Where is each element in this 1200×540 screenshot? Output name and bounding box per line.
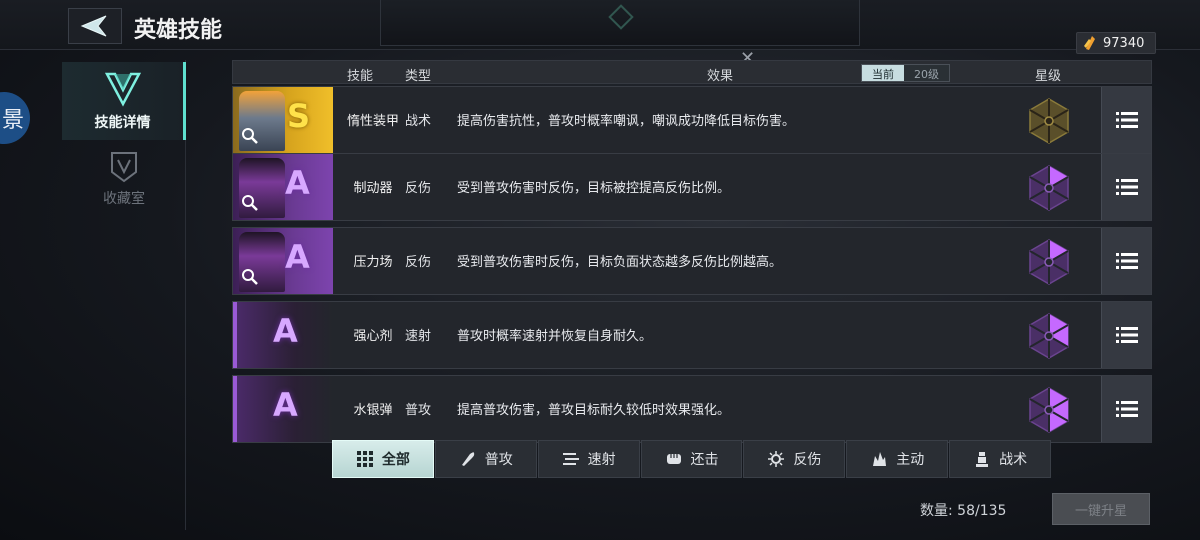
page-title: 英雄技能 — [134, 17, 223, 43]
skill-portrait: A — [233, 302, 333, 368]
star-rank-icon — [1029, 98, 1069, 144]
gear-burst-icon — [768, 451, 785, 467]
skill-filter-tabs: 全部 普攻 速射 还击 反伤 主动 战术 — [332, 440, 1052, 478]
filter-tab-label: 反伤 — [793, 452, 822, 468]
currency-display[interactable]: 97340 — [1076, 32, 1156, 54]
side-avatar-button[interactable]: 景 — [0, 92, 30, 144]
table-row[interactable]: A 压力场 反伤 受到普攻伤害时反伤，目标负面状态越多反伤比例越高。 — [232, 227, 1152, 295]
level-toggle-current[interactable]: 当前 — [862, 65, 904, 81]
filter-tab-label: 还击 — [690, 452, 719, 468]
filter-tab-all[interactable]: 全部 — [332, 440, 434, 478]
filter-tab-tactic[interactable]: 战术 — [949, 440, 1052, 478]
skill-detail-button[interactable] — [1101, 228, 1151, 294]
skill-effect: 普攻时概率速射并恢复自身耐久。 — [457, 329, 653, 344]
skill-effect: 提高普攻伤害，普攻目标耐久较低时效果强化。 — [457, 403, 731, 418]
filter-tab-label: 速射 — [587, 452, 616, 468]
grade-label: A — [285, 238, 310, 276]
magnifier-icon[interactable] — [241, 268, 259, 286]
grid-icon — [356, 451, 373, 467]
skill-detail-button[interactable] — [1101, 302, 1151, 368]
filter-tab-reflect[interactable]: 反伤 — [743, 440, 846, 478]
column-header-effect: 效果 — [707, 69, 734, 84]
tower-icon — [976, 452, 989, 467]
back-button[interactable] — [68, 8, 122, 44]
one-click-upgrade-button[interactable]: 一键升星 — [1052, 493, 1150, 525]
sidebar-item-collection[interactable]: 收藏室 — [62, 146, 186, 224]
skill-type: 速射 — [404, 329, 431, 344]
grade-label: A — [285, 164, 310, 202]
fist-icon — [666, 454, 681, 464]
column-header-type: 类型 — [405, 69, 432, 84]
skill-type: 反伤 — [404, 255, 431, 270]
bullet-icon — [461, 452, 475, 466]
back-arrow-icon — [80, 15, 107, 37]
skill-table: 技能 类型 效果 当前 20级 星级 S 惰性装甲 战术 提高伤害抗性，普攻时概… — [232, 60, 1152, 443]
table-row[interactable]: A 水银弹 普攻 提高普攻伤害，普攻目标耐久较低时效果强化。 — [232, 375, 1152, 443]
column-header-star: 星级 — [1035, 69, 1062, 84]
skill-type: 反伤 — [404, 181, 431, 196]
skill-detail-button[interactable] — [1101, 376, 1151, 442]
skill-portrait: A — [233, 376, 333, 442]
star-rank-icon — [1029, 165, 1069, 211]
grade-label: A — [273, 386, 298, 424]
filter-tab-counter[interactable]: 还击 — [640, 440, 743, 478]
sidebar-item-label: 技能详情 — [94, 115, 151, 131]
table-header: 技能 类型 效果 当前 20级 星级 — [232, 60, 1152, 84]
skill-detail-button[interactable] — [1101, 154, 1151, 220]
skill-effect: 受到普攻伤害时反伤，目标被控提高反伤比例。 — [457, 181, 731, 196]
table-row[interactable]: A 制动器 反伤 受到普攻伤害时反伤，目标被控提高反伤比例。 — [232, 153, 1152, 221]
grade-label: A — [273, 312, 298, 350]
skill-portrait: A — [233, 154, 333, 220]
filter-tab-normal-attack[interactable]: 普攻 — [434, 440, 537, 478]
column-header-skill: 技能 — [347, 69, 374, 84]
skill-effect: 提高伤害抗性，普攻时概率嘲讽，嘲讽成功降低目标伤害。 — [457, 114, 796, 129]
flame-icon — [873, 452, 887, 466]
level-toggle-level20[interactable]: 20级 — [904, 65, 949, 81]
skill-type: 普攻 — [404, 403, 431, 418]
filter-tab-active[interactable]: 主动 — [846, 440, 949, 478]
magnifier-icon[interactable] — [241, 127, 259, 145]
filter-tab-label: 普攻 — [484, 452, 513, 468]
magnifier-icon[interactable] — [241, 194, 259, 212]
skill-detail-button[interactable] — [1101, 87, 1151, 153]
sidebar-item-label: 收藏室 — [103, 191, 145, 207]
list-icon — [1115, 401, 1138, 417]
skill-effect: 受到普攻伤害时反伤，目标负面状态越多反伤比例越高。 — [457, 255, 783, 270]
filter-tab-label: 主动 — [896, 452, 925, 468]
filter-tab-label: 全部 — [381, 452, 410, 468]
table-row[interactable]: A 强心剂 速射 普攻时概率速射并恢复自身耐久。 — [232, 301, 1152, 369]
list-icon — [1115, 327, 1138, 343]
side-navigation: 技能详情 收藏室 — [62, 60, 186, 530]
list-icon — [1115, 179, 1138, 195]
crystal-icon — [1084, 36, 1095, 50]
currency-amount: 97340 — [1103, 35, 1145, 51]
skill-type: 战术 — [404, 114, 431, 129]
list-icon — [1115, 112, 1138, 128]
grade-label: S — [287, 97, 311, 135]
skill-portrait: A — [233, 228, 333, 294]
filter-tab-rapid-fire[interactable]: 速射 — [537, 440, 640, 478]
skill-portrait: S — [233, 87, 333, 153]
list-icon — [1115, 253, 1138, 269]
star-rank-icon — [1029, 239, 1069, 285]
v-emblem-icon — [104, 72, 141, 107]
sidebar-item-skill-details[interactable]: 技能详情 — [62, 62, 186, 140]
side-avatar-glyph: 景 — [2, 108, 25, 133]
shield-v-icon — [111, 152, 137, 183]
rapid-fire-icon — [562, 453, 579, 465]
table-row[interactable]: S 惰性装甲 战术 提高伤害抗性，普攻时概率嘲讽，嘲讽成功降低目标伤害。 — [232, 86, 1152, 154]
star-rank-icon — [1029, 387, 1069, 433]
filter-tab-label: 战术 — [999, 452, 1028, 468]
star-rank-icon — [1029, 313, 1069, 359]
level-toggle[interactable]: 当前 20级 — [861, 64, 950, 82]
skill-count: 数量: 58/135 — [920, 503, 1007, 519]
